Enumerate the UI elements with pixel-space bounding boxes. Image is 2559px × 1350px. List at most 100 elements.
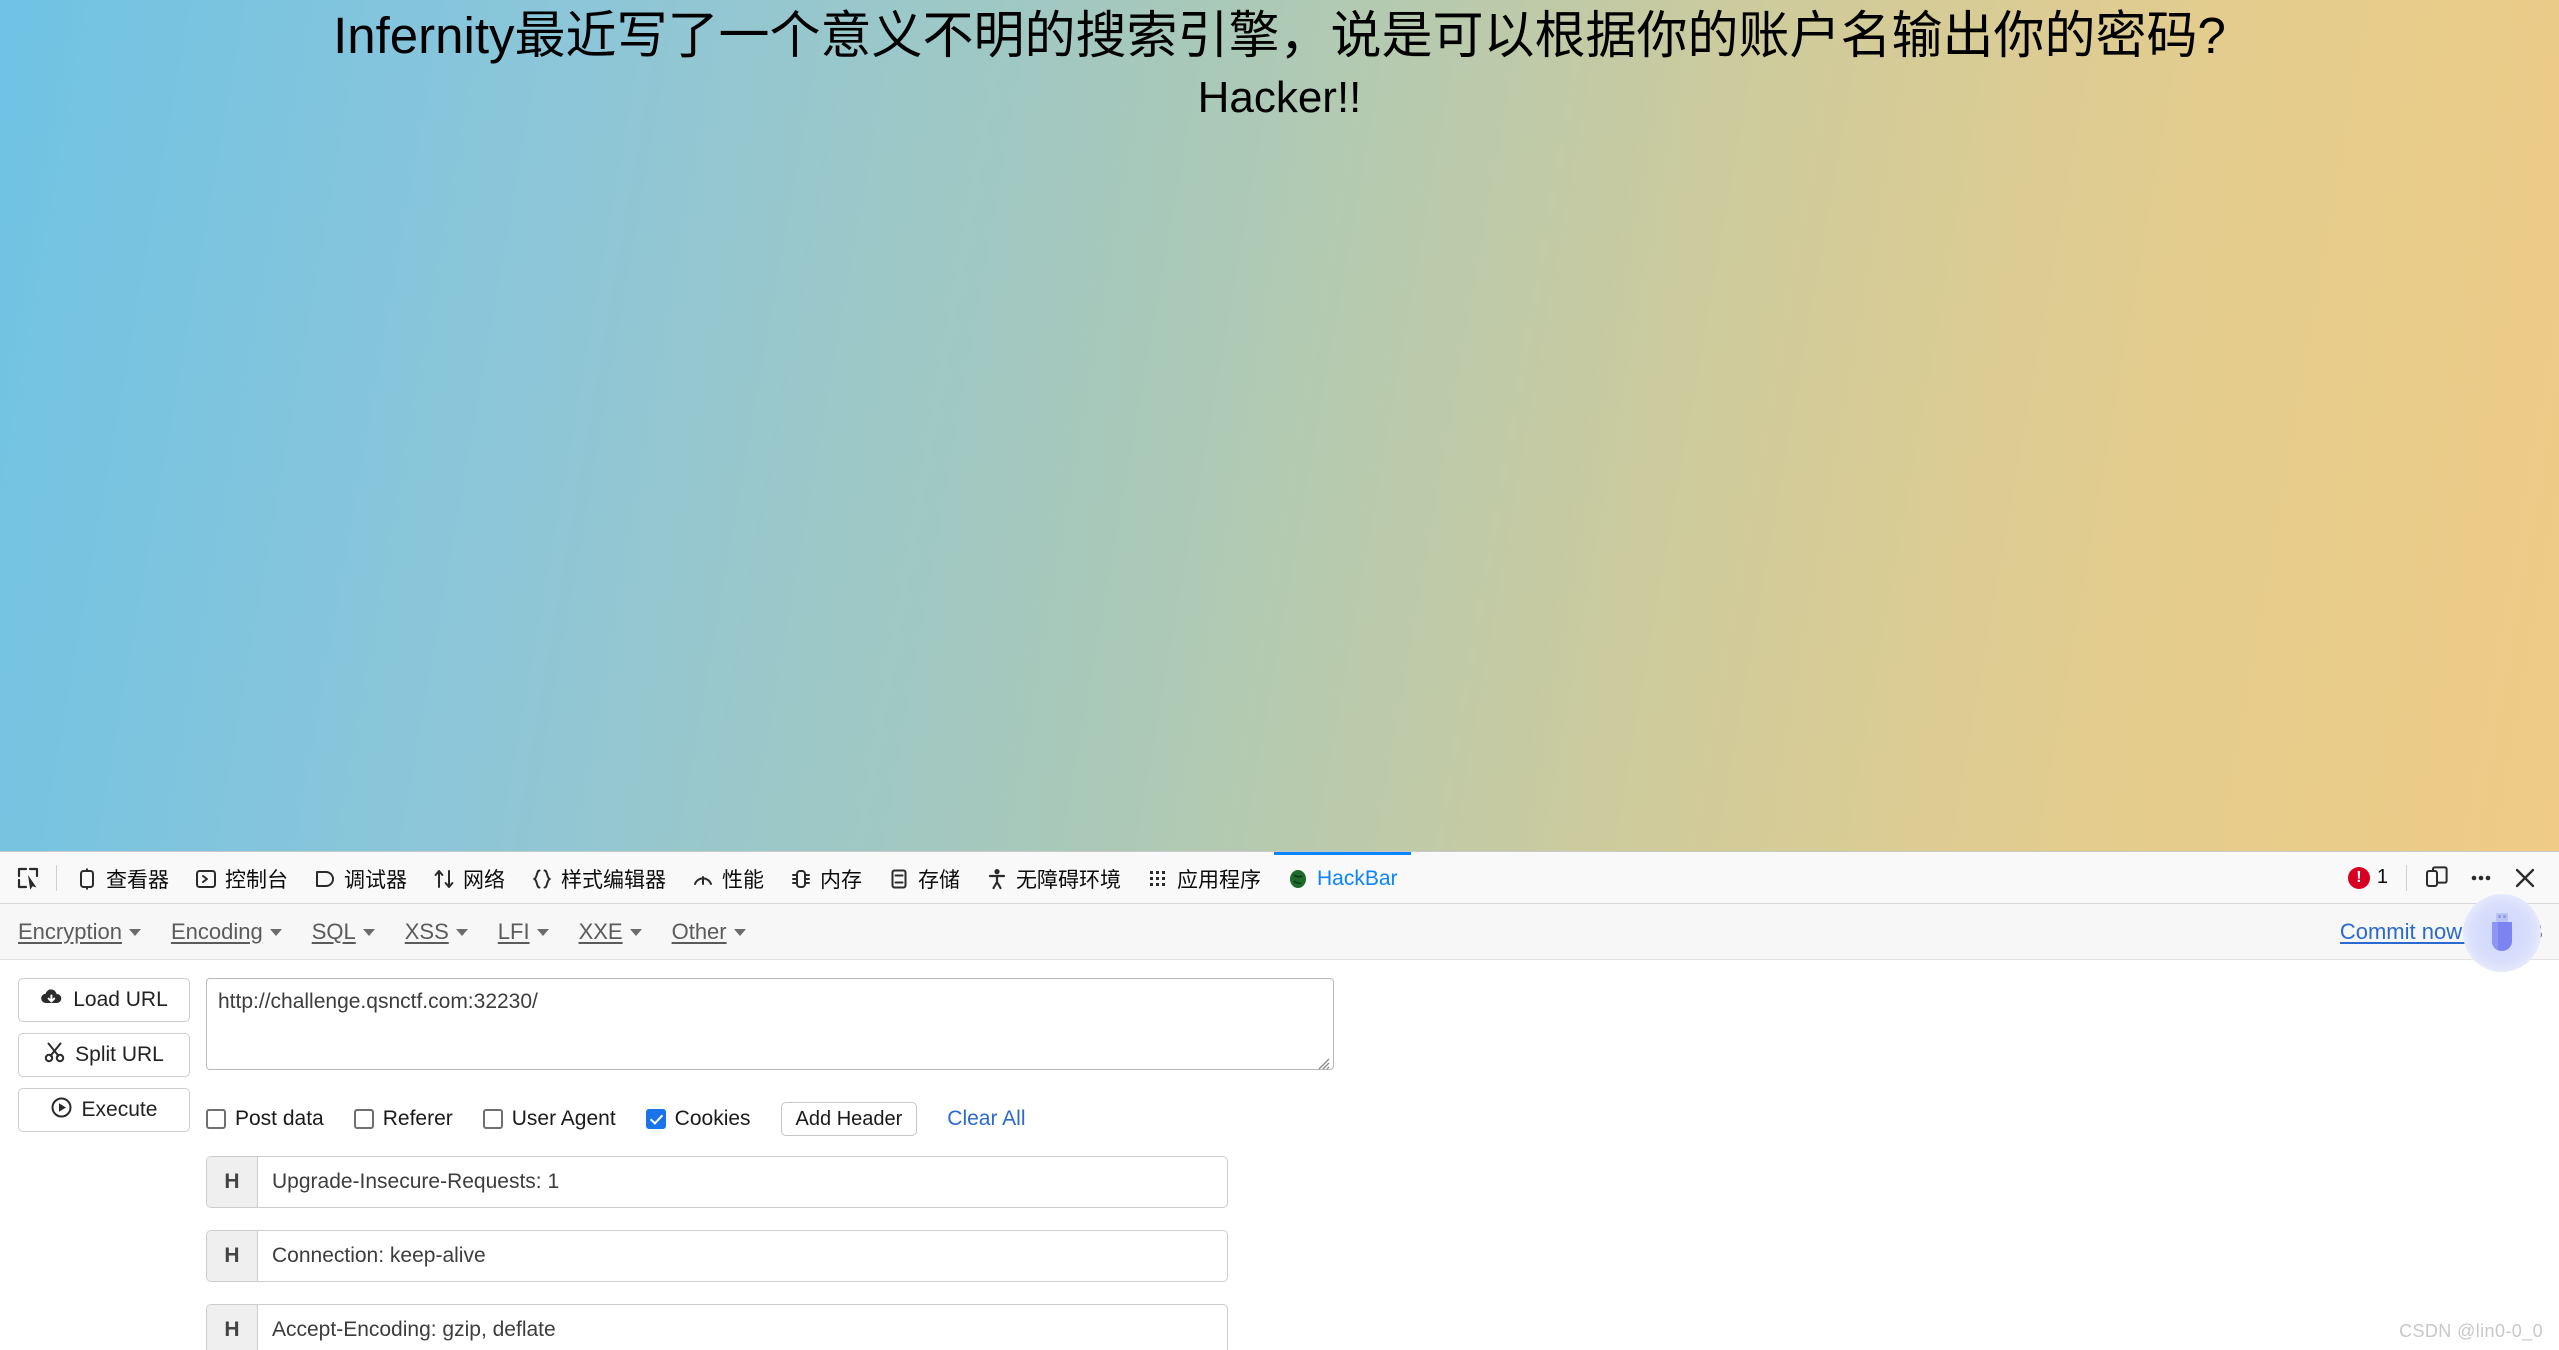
tab-hackbar[interactable]: HackBar bbox=[1274, 852, 1411, 903]
hackbar-options-row: Post data Referer User Agent Cookies Add… bbox=[206, 1102, 2559, 1136]
tab-network[interactable]: 网络 bbox=[420, 852, 518, 903]
checkbox-cookies[interactable] bbox=[645, 1109, 666, 1129]
menu-lfi[interactable]: LFI bbox=[498, 919, 549, 945]
tab-label: 内存 bbox=[820, 869, 862, 892]
option-label: Post data bbox=[235, 1107, 324, 1130]
debugger-icon bbox=[314, 868, 336, 890]
play-circle-icon bbox=[51, 1097, 72, 1124]
header-row: H bbox=[206, 1156, 1228, 1208]
tab-label: 应用程序 bbox=[1177, 869, 1261, 892]
tab-style-editor[interactable]: 样式编辑器 bbox=[518, 852, 679, 903]
clear-all-link[interactable]: Clear All bbox=[947, 1107, 1025, 1131]
web-page-content: Infernity最近写了一个意义不明的搜索引擎，说是可以根据你的账户名输出你的… bbox=[0, 0, 2559, 851]
application-icon bbox=[1147, 868, 1169, 890]
header-input[interactable] bbox=[258, 1157, 1227, 1207]
menu-other[interactable]: Other bbox=[672, 919, 746, 945]
devtools-toolbar: 查看器 控制台 调试器 网络 样式编辑器 性能 内存 存储 无障碍环境 应用程序… bbox=[0, 852, 2559, 904]
network-icon bbox=[433, 868, 455, 890]
accessibility-icon bbox=[986, 868, 1008, 890]
menu-xxe[interactable]: XXE bbox=[579, 919, 642, 945]
chevron-down-icon bbox=[455, 928, 468, 936]
devtools-panel: 查看器 控制台 调试器 网络 样式编辑器 性能 内存 存储 无障碍环境 应用程序… bbox=[0, 851, 2559, 1350]
execute-button[interactable]: Execute bbox=[18, 1088, 190, 1132]
tab-accessibility[interactable]: 无障碍环境 bbox=[973, 852, 1134, 903]
devtools-tab-list: 查看器 控制台 调试器 网络 样式编辑器 性能 内存 存储 无障碍环境 应用程序… bbox=[63, 852, 2340, 903]
performance-icon bbox=[692, 868, 714, 890]
hackbar-icon bbox=[1287, 868, 1309, 890]
menu-encoding[interactable]: Encoding bbox=[171, 919, 282, 945]
page-title-line-1: Infernity最近写了一个意义不明的搜索引擎，说是可以根据你的账户名输出你的… bbox=[333, 7, 2226, 64]
close-icon[interactable] bbox=[2505, 858, 2545, 898]
menu-label: Other bbox=[671, 918, 727, 944]
usb-drive-icon[interactable] bbox=[2463, 894, 2541, 972]
page-title: Infernity最近写了一个意义不明的搜索引擎，说是可以根据你的账户名输出你的… bbox=[0, 0, 2559, 124]
header-row: H bbox=[206, 1304, 1228, 1350]
commit-now-link[interactable]: Commit now! bbox=[2340, 919, 2468, 945]
menu-label: XSS bbox=[404, 918, 449, 944]
toolbar-divider bbox=[2406, 864, 2407, 891]
tab-label: 样式编辑器 bbox=[561, 869, 666, 892]
header-input[interactable] bbox=[258, 1305, 1227, 1350]
tab-label: 存储 bbox=[918, 869, 960, 892]
checkbox-user-agent[interactable] bbox=[482, 1109, 503, 1129]
tab-label: 调试器 bbox=[344, 869, 407, 892]
option-user-agent[interactable]: User Agent bbox=[482, 1107, 616, 1131]
inspector-icon bbox=[76, 868, 98, 890]
tab-application[interactable]: 应用程序 bbox=[1134, 852, 1274, 903]
tab-label: HackBar bbox=[1317, 867, 1398, 890]
menu-label: Encoding bbox=[170, 918, 263, 944]
menu-sql[interactable]: SQL bbox=[312, 919, 375, 945]
chevron-down-icon bbox=[128, 928, 141, 936]
more-options-icon[interactable] bbox=[2461, 858, 2501, 898]
menu-encryption[interactable]: Encryption bbox=[18, 919, 141, 945]
console-icon bbox=[195, 868, 217, 890]
menu-label: SQL bbox=[311, 918, 356, 944]
hackbar-menu-list: Encryption Encoding SQL XSS LFI XXE Othe… bbox=[18, 919, 2340, 945]
scissors-icon bbox=[44, 1042, 65, 1069]
toolbar-divider bbox=[56, 864, 57, 891]
button-label: Execute bbox=[81, 1098, 158, 1121]
storage-icon bbox=[888, 868, 910, 890]
devtools-toolbar-actions: ! 1 bbox=[2340, 852, 2559, 903]
tab-debugger[interactable]: 调试器 bbox=[301, 852, 420, 903]
url-input[interactable] bbox=[206, 978, 1334, 1070]
cloud-download-icon bbox=[40, 988, 63, 1013]
chevron-down-icon bbox=[629, 928, 642, 936]
error-count: 1 bbox=[2376, 866, 2388, 888]
header-input[interactable] bbox=[258, 1231, 1227, 1281]
option-label: Cookies bbox=[674, 1107, 751, 1130]
dock-split-icon[interactable] bbox=[2417, 858, 2457, 898]
option-cookies[interactable]: Cookies bbox=[645, 1107, 751, 1131]
screenshot-root: Infernity最近写了一个意义不明的搜索引擎，说是可以根据你的账户名输出你的… bbox=[0, 0, 2559, 1350]
add-header-button[interactable]: Add Header bbox=[780, 1102, 918, 1136]
tab-storage[interactable]: 存储 bbox=[875, 852, 973, 903]
menu-label: Encryption bbox=[18, 918, 122, 944]
option-post-data[interactable]: Post data bbox=[206, 1107, 324, 1131]
style-editor-icon bbox=[531, 868, 553, 890]
tab-label: 性能 bbox=[722, 869, 764, 892]
split-url-button[interactable]: Split URL bbox=[18, 1033, 190, 1077]
tab-memory[interactable]: 内存 bbox=[777, 852, 875, 903]
tab-console[interactable]: 控制台 bbox=[182, 852, 301, 903]
menu-xss[interactable]: XSS bbox=[405, 919, 468, 945]
header-tag: H bbox=[207, 1157, 258, 1207]
error-count-badge[interactable]: ! 1 bbox=[2340, 866, 2396, 889]
option-label: Referer bbox=[382, 1107, 453, 1130]
option-label: User Agent bbox=[511, 1107, 616, 1130]
tab-inspector[interactable]: 查看器 bbox=[63, 852, 182, 903]
page-title-line-2: Hacker!! bbox=[1197, 73, 1362, 123]
memory-icon bbox=[790, 868, 812, 890]
checkbox-referer[interactable] bbox=[353, 1109, 374, 1129]
hackbar-action-buttons: Load URL Split URL Execute bbox=[18, 978, 190, 1350]
header-tag: H bbox=[207, 1231, 258, 1281]
element-picker-icon[interactable] bbox=[6, 856, 50, 900]
header-tag: H bbox=[207, 1305, 258, 1350]
hackbar-main-column: Post data Referer User Agent Cookies A bbox=[190, 978, 2559, 1350]
load-url-button[interactable]: Load URL bbox=[18, 978, 190, 1022]
chevron-down-icon bbox=[733, 928, 746, 936]
option-referer[interactable]: Referer bbox=[353, 1107, 453, 1131]
tab-performance[interactable]: 性能 bbox=[679, 852, 777, 903]
tab-label: 无障碍环境 bbox=[1016, 869, 1121, 892]
chevron-down-icon bbox=[269, 928, 282, 936]
checkbox-post-data[interactable] bbox=[206, 1109, 226, 1129]
